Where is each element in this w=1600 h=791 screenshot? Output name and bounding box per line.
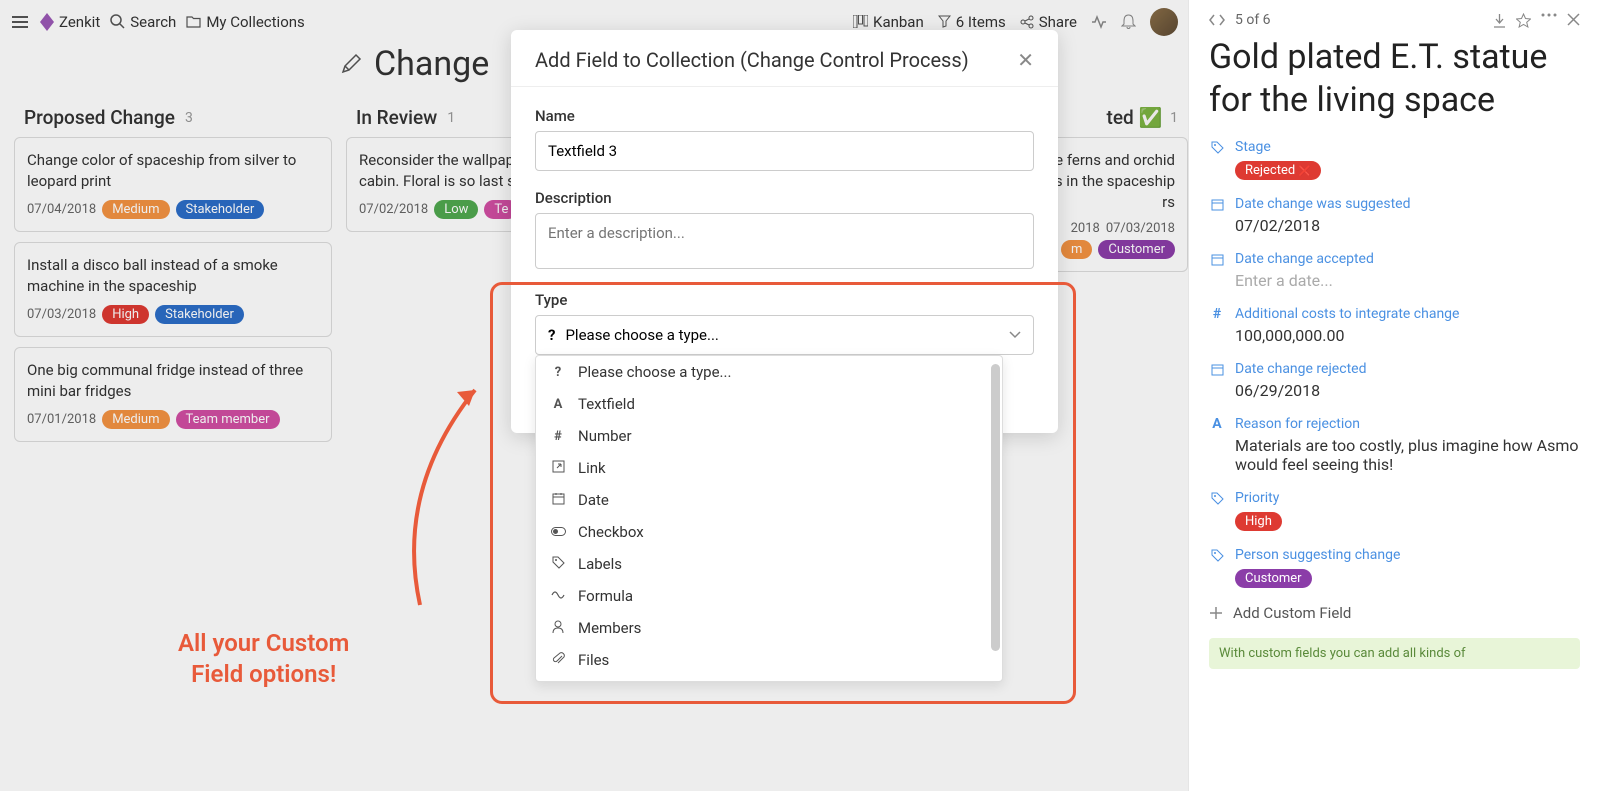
- description-label: Description: [535, 189, 1034, 207]
- details-panel: 5 of 6 Gold plated E.T. statue for the l…: [1188, 0, 1600, 791]
- question-icon: ?: [550, 365, 566, 380]
- type-option-link[interactable]: Link: [536, 452, 1002, 484]
- tag-icon: [1209, 139, 1225, 155]
- item-title[interactable]: Gold plated E.T. statue for the living s…: [1209, 36, 1580, 121]
- type-option-textfield[interactable]: ATextfield: [536, 388, 1002, 420]
- hash-icon: #: [550, 429, 566, 444]
- hint-banner: With custom fields you can add all kinds…: [1209, 638, 1580, 669]
- download-icon[interactable]: [1493, 13, 1506, 28]
- name-input[interactable]: [535, 131, 1034, 171]
- type-option-members[interactable]: Members: [536, 612, 1002, 644]
- code-icon[interactable]: [1209, 13, 1225, 27]
- dropdown-scrollbar[interactable]: [991, 364, 1000, 651]
- modal-title: Add Field to Collection (Change Control …: [535, 48, 969, 72]
- checkbox-icon: [550, 525, 566, 540]
- type-dropdown: ?Please choose a type... ATextfield #Num…: [535, 355, 1003, 682]
- member-icon: [550, 620, 566, 637]
- tag-icon: [1209, 490, 1225, 506]
- hash-icon: #: [1209, 306, 1225, 322]
- calendar-icon: [1209, 196, 1225, 212]
- stage-badge[interactable]: Rejected ❌: [1235, 161, 1321, 180]
- type-option-files[interactable]: Files: [536, 644, 1002, 676]
- tag-icon: [550, 556, 566, 573]
- type-option-placeholder[interactable]: ?Please choose a type...: [536, 356, 1002, 388]
- calendar-icon: [1209, 361, 1225, 377]
- type-option-checkbox[interactable]: Checkbox: [536, 516, 1002, 548]
- tag-icon: [1209, 547, 1225, 563]
- close-icon[interactable]: [1567, 13, 1580, 26]
- link-icon: [550, 460, 566, 477]
- add-custom-field-button[interactable]: Add Custom Field: [1233, 604, 1351, 622]
- calendar-icon: [1209, 251, 1225, 267]
- type-option-number[interactable]: #Number: [536, 420, 1002, 452]
- type-select[interactable]: ? Please choose a type...: [535, 315, 1034, 355]
- more-icon[interactable]: [1541, 13, 1557, 17]
- priority-badge[interactable]: High: [1235, 512, 1282, 531]
- text-icon: A: [550, 397, 566, 412]
- name-label: Name: [535, 107, 1034, 125]
- plus-icon[interactable]: [1209, 606, 1223, 620]
- star-icon[interactable]: [1516, 13, 1531, 28]
- formula-icon: [550, 589, 566, 604]
- calendar-icon: [550, 492, 566, 509]
- type-option-formula[interactable]: Formula: [536, 580, 1002, 612]
- type-option-date[interactable]: Date: [536, 484, 1002, 516]
- description-input[interactable]: [535, 213, 1034, 269]
- person-badge[interactable]: Customer: [1235, 569, 1312, 588]
- paperclip-icon: [550, 652, 566, 669]
- close-icon[interactable]: ✕: [1017, 48, 1034, 72]
- type-option-labels[interactable]: Labels: [536, 548, 1002, 580]
- chevron-down-icon: [1009, 331, 1021, 339]
- item-counter: 5 of 6: [1235, 12, 1271, 28]
- text-icon: A: [1209, 416, 1225, 432]
- type-option-references[interactable]: References: [536, 676, 1002, 682]
- type-label: Type: [535, 291, 1034, 309]
